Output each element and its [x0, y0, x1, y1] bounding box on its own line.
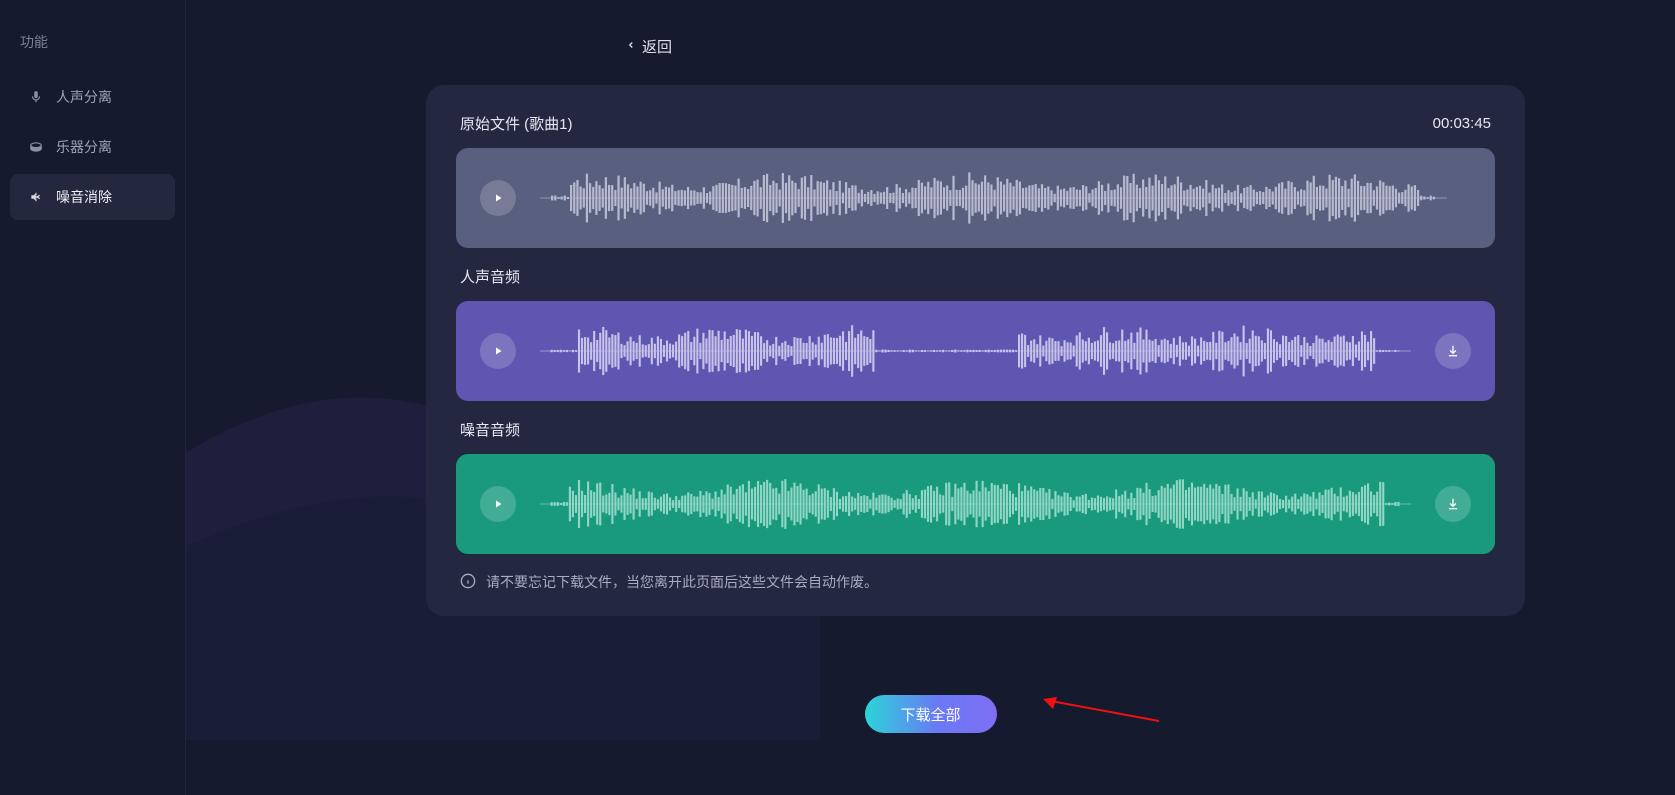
- original-track-card: [456, 148, 1495, 248]
- sidebar: 功能 人声分离 乐器分离 噪音消除: [0, 0, 186, 795]
- play-button-noise[interactable]: [480, 486, 516, 522]
- original-track-header: 原始文件 (歌曲1) 00:03:45: [460, 113, 1491, 134]
- waveform-original[interactable]: [540, 170, 1447, 226]
- chevron-left-icon: [626, 38, 636, 56]
- vocal-track-card: [456, 301, 1495, 401]
- sidebar-item-label: 乐器分离: [56, 137, 112, 157]
- vocal-track-title: 人声音频: [460, 266, 1491, 287]
- download-button-vocal[interactable]: [1435, 333, 1471, 369]
- waveform-vocal[interactable]: [540, 323, 1411, 379]
- original-track-duration: 00:03:45: [1433, 115, 1491, 132]
- sidebar-item-instrument-separation[interactable]: 乐器分离: [10, 124, 175, 170]
- results-panel: 原始文件 (歌曲1) 00:03:45 人声音频 噪音音频: [426, 85, 1525, 616]
- back-button[interactable]: 返回: [626, 36, 672, 57]
- download-button-noise[interactable]: [1435, 486, 1471, 522]
- play-button-vocal[interactable]: [480, 333, 516, 369]
- info-notice: 请不要忘记下载文件，当您离开此页面后这些文件会自动作废。: [456, 572, 1495, 592]
- original-track-title: 原始文件 (歌曲1): [460, 113, 573, 134]
- info-text: 请不要忘记下载文件，当您离开此页面后这些文件会自动作废。: [486, 572, 878, 592]
- download-all-button[interactable]: 下载全部: [865, 695, 997, 733]
- sidebar-title: 功能: [0, 22, 185, 70]
- info-icon: [460, 573, 476, 592]
- mic-icon: [28, 89, 44, 105]
- sidebar-item-vocal-separation[interactable]: 人声分离: [10, 74, 175, 120]
- play-button-original[interactable]: [480, 180, 516, 216]
- sidebar-item-noise-removal[interactable]: 噪音消除: [10, 174, 175, 220]
- noise-track-card: [456, 454, 1495, 554]
- sidebar-item-label: 人声分离: [56, 87, 112, 107]
- waveform-noise[interactable]: [540, 476, 1411, 532]
- main-content: 返回 原始文件 (歌曲1) 00:03:45 人声音频: [186, 0, 1675, 795]
- drum-icon: [28, 139, 44, 155]
- sidebar-item-label: 噪音消除: [56, 187, 112, 207]
- annotation-arrow: [1041, 697, 1161, 727]
- noise-track-title: 噪音音频: [460, 419, 1491, 440]
- download-all-label: 下载全部: [900, 704, 960, 725]
- back-label: 返回: [642, 36, 672, 57]
- speaker-mute-icon: [28, 189, 44, 205]
